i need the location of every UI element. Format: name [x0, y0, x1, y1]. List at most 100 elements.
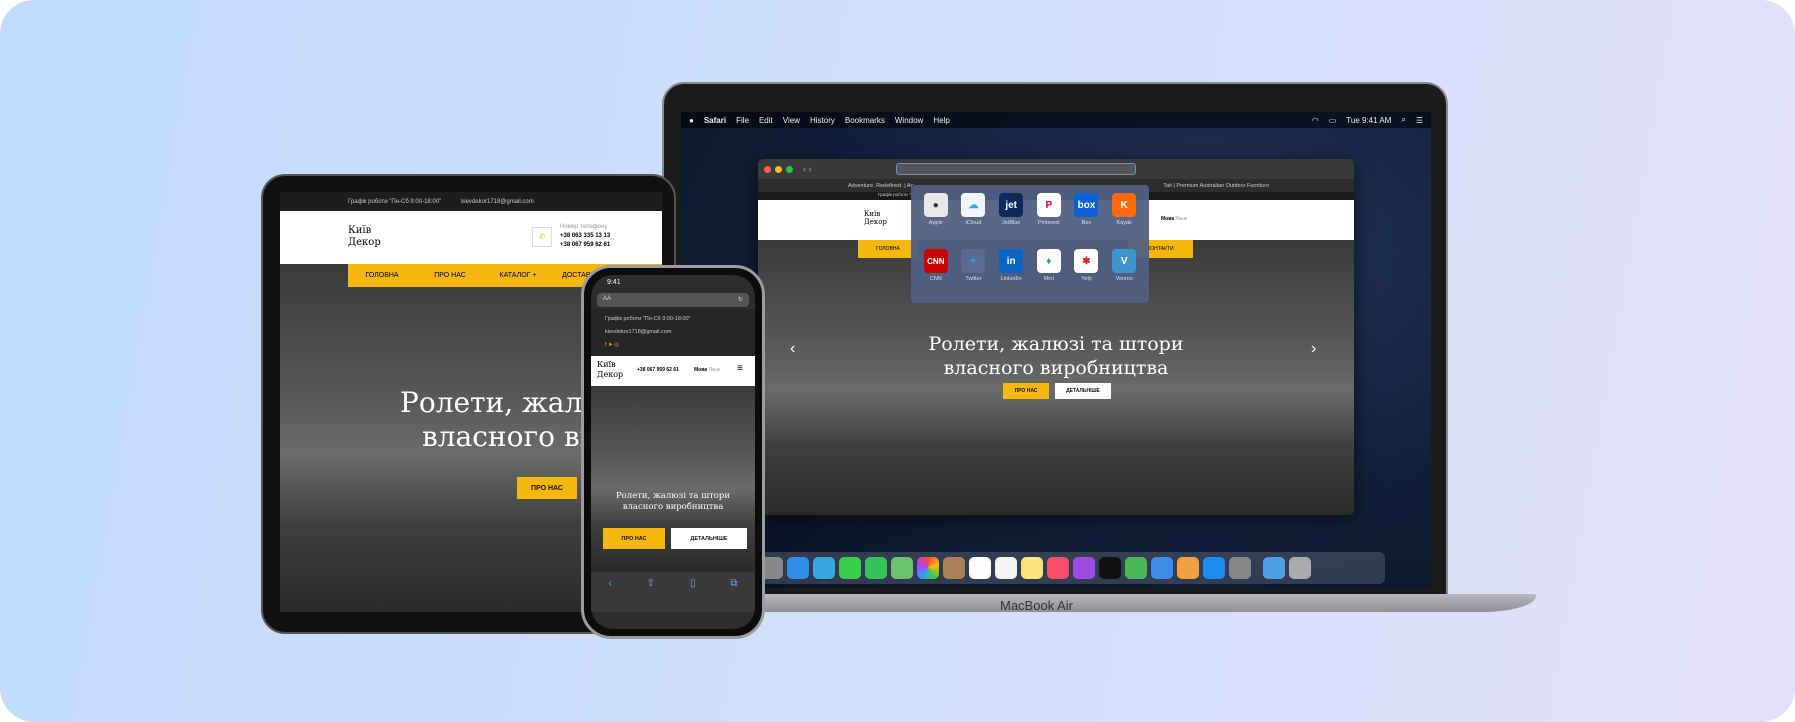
wifi-icon[interactable]: ◠	[1312, 116, 1319, 125]
keynote-icon[interactable]	[1151, 557, 1173, 579]
tab-adventure[interactable]: Adventure. Redefined. | Ac	[848, 183, 913, 189]
photos-icon[interactable]	[917, 557, 939, 579]
email-link[interactable]: kievdekor1718@gmail.com	[461, 199, 533, 205]
favorite-jetblue[interactable]: jet JetBlue	[992, 193, 1030, 239]
favorite-venmo[interactable]: V Venmo	[1105, 249, 1143, 295]
tab-tait[interactable]: Tait | Premium Australian Outdoor Furnit…	[1163, 183, 1269, 189]
downloads-folder-icon[interactable]	[1263, 557, 1285, 579]
safari-icon[interactable]	[787, 557, 809, 579]
favorite-box[interactable]: box Box	[1068, 193, 1106, 239]
menu-list-icon[interactable]: ☰	[1416, 116, 1423, 125]
hamburger-menu-icon[interactable]: ≡	[737, 363, 743, 374]
zoom-button[interactable]	[786, 165, 793, 173]
favorite-label: Apple	[928, 220, 943, 226]
pages-icon[interactable]	[1177, 557, 1199, 579]
maps-icon[interactable]	[891, 557, 913, 579]
safari-window: ‹ › Adventure. Redefined. | Ac Tait | Pr…	[758, 159, 1354, 515]
mail-icon[interactable]	[813, 557, 835, 579]
lang-other[interactable]: Язык	[708, 367, 720, 373]
bookmarks-icon[interactable]: ▯	[690, 578, 696, 612]
messages-icon[interactable]	[865, 557, 887, 579]
hero-title: Ролети, жалюзі та штори	[615, 491, 731, 501]
app-store-icon[interactable]	[1203, 557, 1225, 579]
favorites-popover: ● Apple ☁ iCloud jet JetBlue P Pinterest box…	[911, 185, 1149, 303]
favorite-cnn[interactable]: CNN CNN	[917, 249, 955, 295]
tabs-icon[interactable]: ⧉	[730, 578, 737, 612]
notes-icon[interactable]	[1021, 557, 1043, 579]
viber-icon[interactable]: ◎	[614, 342, 619, 348]
back-forward-icon[interactable]: ‹ ›	[803, 164, 812, 174]
slider-prev-icon[interactable]: ‹	[790, 340, 795, 358]
close-button[interactable]	[764, 165, 771, 173]
favorite-apple[interactable]: ● Apple	[917, 193, 955, 239]
menu-clock[interactable]: Tue 9:41 AM	[1346, 116, 1391, 125]
logo[interactable]: Київ	[864, 210, 887, 218]
address-bar[interactable]	[895, 163, 1136, 175]
lang-other[interactable]: Язык	[1175, 216, 1187, 222]
favorite-icloud[interactable]: ☁ iCloud	[955, 193, 993, 239]
venmo-icon: V	[1112, 249, 1137, 273]
reload-icon[interactable]: ↻	[738, 296, 743, 304]
contacts-icon[interactable]	[943, 557, 965, 579]
text-size-button[interactable]: AA	[603, 296, 611, 304]
music-icon[interactable]	[1047, 557, 1069, 579]
calendar-icon[interactable]	[969, 557, 991, 579]
kayak-icon: K	[1112, 193, 1137, 217]
tv-icon[interactable]	[1099, 557, 1121, 579]
facetime-icon[interactable]	[839, 557, 861, 579]
reminders-icon[interactable]	[995, 557, 1017, 579]
email-link[interactable]: kievdekor1718@gmail.com	[605, 326, 741, 339]
lang-active[interactable]: Мова	[1161, 216, 1174, 222]
site-header: Київ Декор +38 067 959 62 61 Мова Язык ≡	[591, 356, 755, 386]
phone-number[interactable]: +38 067 959 62 61	[637, 367, 679, 373]
about-button[interactable]: ПРО НАС	[1003, 383, 1049, 399]
phone-number[interactable]: +38 067 959 62 61	[560, 241, 610, 250]
favorite-label: Pinterest	[1037, 220, 1060, 226]
logo[interactable]: Київ	[597, 360, 623, 370]
favorite-pinterest[interactable]: P Pinterest	[1030, 193, 1068, 239]
battery-icon[interactable]: ▭	[1329, 116, 1337, 125]
about-button[interactable]: ПРО НАС	[517, 477, 577, 499]
about-button[interactable]: ПРО НАС	[603, 528, 665, 549]
apple-icon[interactable]: ●	[689, 116, 694, 125]
details-button[interactable]: ДЕТАЛЬНІШЕ	[1055, 383, 1111, 399]
address-bar[interactable]: AA ↻	[597, 293, 749, 307]
podcasts-icon[interactable]	[1073, 557, 1095, 579]
menu-view[interactable]: View	[783, 116, 800, 125]
phone-number[interactable]: +38 063 335 13 13	[560, 232, 610, 241]
menu-help[interactable]: Help	[933, 116, 949, 125]
menu-history[interactable]: History	[810, 116, 835, 125]
menu-safari[interactable]: Safari	[704, 116, 726, 125]
favorite-mint[interactable]: ♦ Mint	[1030, 249, 1068, 295]
system-preferences-icon[interactable]	[1229, 557, 1251, 579]
nav-about[interactable]: ПРО НАС	[416, 272, 484, 279]
numbers-icon[interactable]	[1125, 557, 1147, 579]
share-icon[interactable]: ⇪	[647, 578, 655, 612]
favorite-linkedin[interactable]: in LinkedIn	[992, 249, 1030, 295]
slider-next-icon[interactable]: ›	[1311, 340, 1316, 358]
logo[interactable]: Київ	[348, 225, 381, 237]
menu-window[interactable]: Window	[895, 116, 923, 125]
search-icon[interactable]: ⌕	[1401, 115, 1405, 125]
telegram-icon[interactable]: ➤	[608, 342, 613, 348]
lang-active[interactable]: Мова	[694, 367, 707, 373]
nav-home[interactable]: ГОЛОВНА	[858, 240, 918, 258]
favorite-label: Box	[1081, 220, 1092, 226]
trash-icon[interactable]	[1289, 557, 1311, 579]
details-button[interactable]: ДЕТАЛЬНІШЕ	[671, 528, 747, 549]
back-icon[interactable]: ‹	[608, 578, 611, 612]
nav-home[interactable]: ГОЛОВНА	[348, 272, 416, 279]
menu-bookmarks[interactable]: Bookmarks	[845, 116, 885, 125]
favorite-kayak[interactable]: K Kayak	[1105, 193, 1143, 239]
nav-catalog[interactable]: КАТАЛОГ +	[484, 272, 552, 279]
menu-file[interactable]: File	[736, 116, 749, 125]
icloud-icon: ☁	[961, 193, 986, 217]
favorite-twitter[interactable]: ✦ Twitter	[955, 249, 993, 295]
favorite-label: Mint	[1043, 276, 1055, 282]
facebook-icon[interactable]: f	[605, 342, 607, 348]
favorite-yelp[interactable]: ✱ Yelp	[1068, 249, 1106, 295]
twitter-icon: ✦	[961, 249, 986, 273]
hero-section: Ролети, жалюзі та штори власного виробни…	[591, 386, 755, 572]
menu-edit[interactable]: Edit	[759, 116, 773, 125]
minimize-button[interactable]	[775, 165, 782, 173]
